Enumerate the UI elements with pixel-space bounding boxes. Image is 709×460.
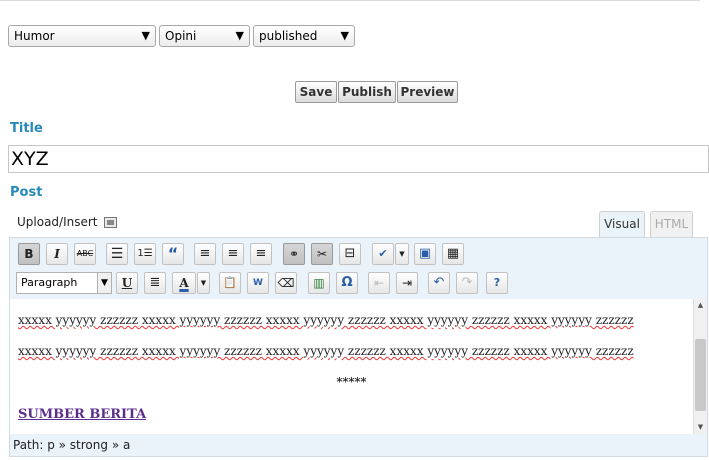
content-separator: ***** xyxy=(336,375,367,389)
editor-content[interactable]: xxxxx yyyyyy zzzzzz xxxxx yyyyyy zzzzzz … xyxy=(10,299,693,434)
opini-select[interactable]: Opini ▼ xyxy=(159,25,250,47)
title-label: Title xyxy=(10,121,43,136)
dropdown-arrow-icon: ▼ xyxy=(340,29,349,42)
kitchen-sink-icon[interactable]: ▦ xyxy=(442,243,464,265)
blockquote-icon[interactable]: “ xyxy=(162,243,184,265)
numbered-list-icon[interactable]: 1☰ xyxy=(134,243,156,265)
scrollbar-thumb[interactable] xyxy=(695,339,706,411)
top-divider xyxy=(0,0,700,1)
scroll-up-icon[interactable]: ▲ xyxy=(694,299,707,311)
dropdown-arrow-icon: ▼ xyxy=(235,29,244,42)
editor-toolbar: B I ABC ☰ 1☰ “ ≡ ≡ ≡ ⚭ ✂ ⊟ ✔ ▼ ▣ ▦ Parag… xyxy=(10,238,707,299)
text-color-icon[interactable]: A xyxy=(172,272,196,294)
media-icon[interactable]: ▥ xyxy=(308,272,330,294)
category-select[interactable]: Humor ▼ xyxy=(8,25,156,47)
preview-button[interactable]: Preview xyxy=(397,81,458,103)
tab-visual[interactable]: Visual xyxy=(599,211,645,237)
post-editor: B I ABC ☰ 1☰ “ ≡ ≡ ≡ ⚭ ✂ ⊟ ✔ ▼ ▣ ▦ Parag… xyxy=(9,237,708,457)
content-paragraph: xxxxx yyyyyy zzzzzz xxxxx yyyyyy zzzzzz … xyxy=(18,313,634,327)
unlink-icon[interactable]: ✂ xyxy=(311,243,333,265)
italic-icon[interactable]: I xyxy=(46,243,68,265)
outdent-icon[interactable]: ⇤ xyxy=(368,272,390,294)
category-select-value: Humor xyxy=(14,29,55,43)
bullet-list-icon[interactable]: ☰ xyxy=(106,243,128,265)
tab-html[interactable]: HTML xyxy=(650,211,693,237)
spellcheck-icon[interactable]: ✔ xyxy=(372,243,394,265)
element-path: Path: p » strong » a xyxy=(10,435,707,455)
status-select-value: published xyxy=(259,29,318,43)
add-media-icon[interactable] xyxy=(104,217,117,228)
chevron-down-icon: ▼ xyxy=(97,273,111,293)
redo-icon[interactable]: ↷ xyxy=(456,272,478,294)
align-left-icon[interactable]: ≡ xyxy=(194,243,216,265)
strikethrough-icon[interactable]: ABC xyxy=(74,243,96,265)
indent-icon[interactable]: ⇥ xyxy=(396,272,418,294)
eraser-icon[interactable]: ⌫ xyxy=(275,272,297,294)
special-character-icon[interactable]: Ω xyxy=(336,272,358,294)
source-link[interactable]: SUMBER BERITA xyxy=(18,407,146,422)
bold-icon[interactable]: B xyxy=(18,243,40,265)
scroll-down-icon[interactable]: ▼ xyxy=(694,421,707,433)
post-label: Post xyxy=(10,185,43,200)
help-icon[interactable]: ? xyxy=(486,272,508,294)
save-button[interactable]: Save xyxy=(295,81,337,103)
paste-text-icon[interactable]: 📋 xyxy=(219,272,241,294)
format-select-value: Paragraph xyxy=(21,276,78,289)
status-select[interactable]: published ▼ xyxy=(253,25,355,47)
text-color-dropdown-icon[interactable]: ▼ xyxy=(197,272,210,294)
justify-icon[interactable]: ≣ xyxy=(144,272,166,294)
underline-icon[interactable]: U xyxy=(116,272,138,294)
paste-word-icon[interactable]: W xyxy=(247,272,269,294)
editor-scrollbar[interactable]: ▲ ▼ xyxy=(693,299,707,434)
title-input[interactable]: XYZ xyxy=(8,145,709,173)
upload-insert-label: Upload/Insert xyxy=(17,215,98,229)
dropdown-arrow-icon: ▼ xyxy=(141,29,150,42)
spellcheck-dropdown-icon[interactable]: ▼ xyxy=(395,243,409,265)
opini-select-value: Opini xyxy=(165,29,197,43)
undo-icon[interactable]: ↶ xyxy=(428,272,450,294)
publish-button[interactable]: Publish xyxy=(338,81,396,103)
align-right-icon[interactable]: ≡ xyxy=(250,243,272,265)
link-icon[interactable]: ⚭ xyxy=(283,243,305,265)
align-center-icon[interactable]: ≡ xyxy=(222,243,244,265)
content-paragraph: xxxxx yyyyyy zzzzzz xxxxx yyyyyy zzzzzz … xyxy=(18,344,634,358)
more-tag-icon[interactable]: ⊟ xyxy=(339,243,361,265)
format-select[interactable]: Paragraph ▼ xyxy=(16,272,112,294)
fullscreen-icon[interactable]: ▣ xyxy=(414,243,436,265)
